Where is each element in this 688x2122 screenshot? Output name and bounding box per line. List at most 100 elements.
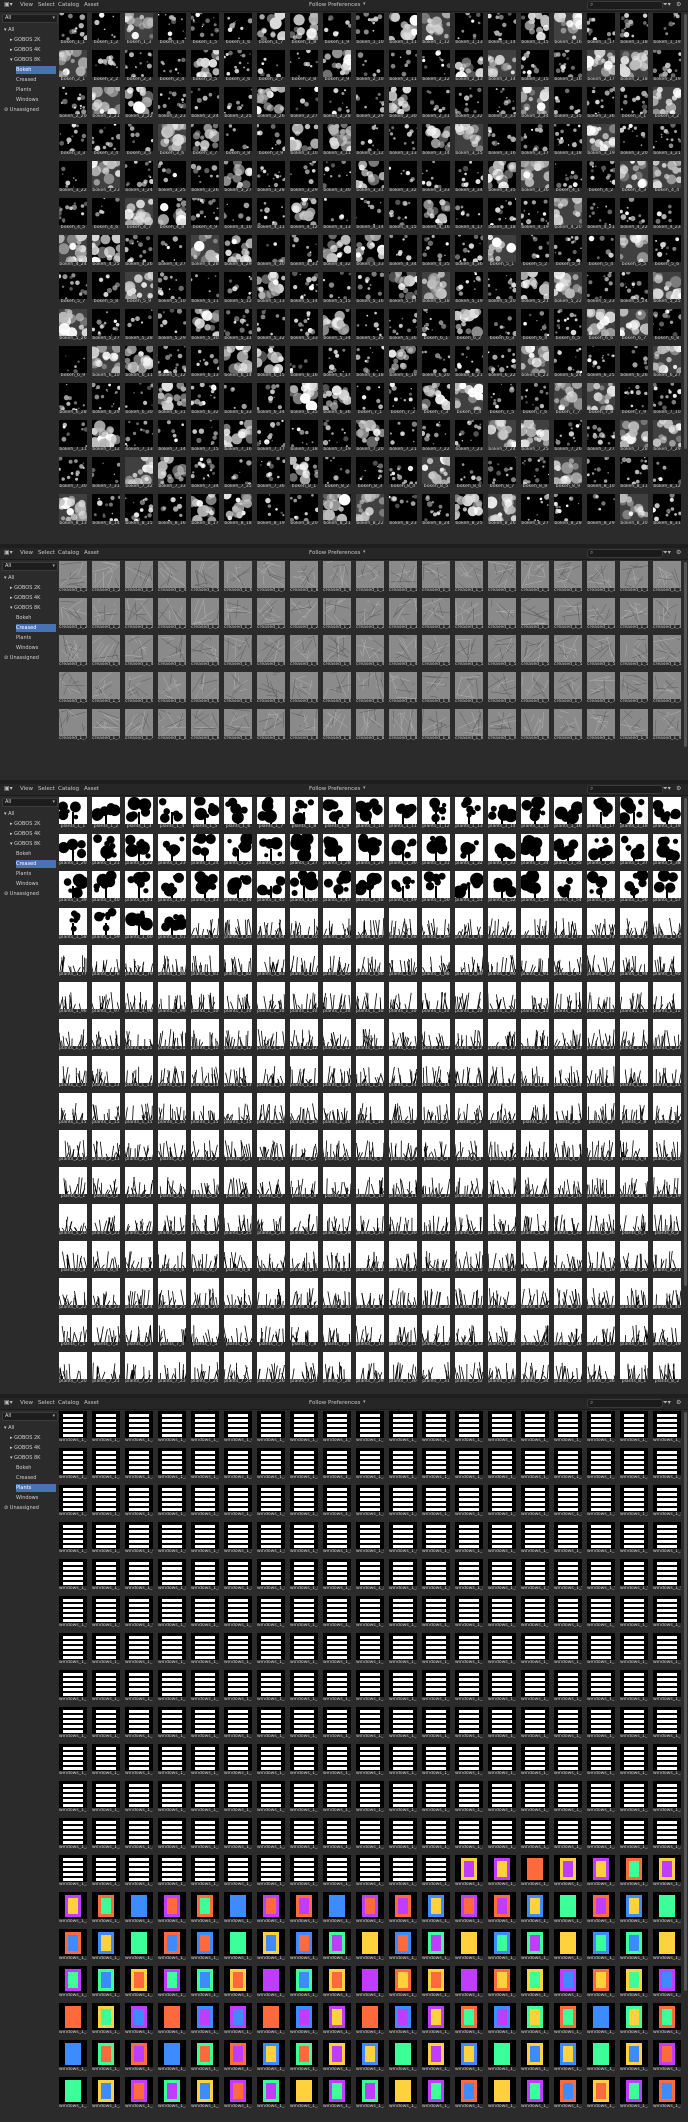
catalog-item-gobos-4k[interactable]: ▸ GOBOS 4K xyxy=(10,1444,56,1452)
filter-icon[interactable]: ⏷▾ xyxy=(663,1,671,9)
library-selector[interactable]: All ▾ xyxy=(2,14,58,23)
import-method-dropdown[interactable]: Follow Preferences xyxy=(309,786,360,792)
catalog-item-bokeh[interactable]: Bokeh xyxy=(16,1464,56,1472)
catalog-item-plants[interactable]: Plants xyxy=(16,1484,56,1492)
menu-view[interactable]: View xyxy=(20,2,33,8)
menu-asset[interactable]: Asset xyxy=(84,2,99,8)
gear-icon[interactable]: ⚙ xyxy=(676,1,681,8)
scrollbar[interactable] xyxy=(684,562,687,747)
editor-type-icon[interactable]: ▣▾ xyxy=(4,549,14,557)
asset-label: bokeh_8_3 xyxy=(357,484,383,489)
import-method-dropdown[interactable]: Follow Preferences xyxy=(309,2,360,8)
asset-label: windows_1_197 xyxy=(257,1808,285,1813)
asset-thumbnail xyxy=(389,1093,420,1121)
menu-select[interactable]: Select xyxy=(38,550,55,556)
asset-label: bokeh_5_33 xyxy=(290,336,318,341)
catalog-item-creased[interactable]: Creased xyxy=(16,1474,56,1482)
asset-thumbnail xyxy=(57,982,87,1010)
menu-select[interactable]: Select xyxy=(38,786,55,792)
catalog-item-all[interactable]: ▾ All xyxy=(4,26,56,34)
catalog-item-bokeh[interactable]: Bokeh xyxy=(16,614,56,622)
chevron-down-icon[interactable]: ▾ xyxy=(363,785,366,791)
catalog-item-gobos-8k[interactable]: ▾ GOBOS 8K xyxy=(10,840,56,848)
catalog-item-unassigned[interactable]: ⊘ Unassigned xyxy=(4,654,56,662)
catalog-item-windows[interactable]: Windows xyxy=(16,1494,56,1502)
menu-asset[interactable]: Asset xyxy=(84,1400,99,1406)
catalog-item-gobos-2k[interactable]: ▸ GOBOS 2K xyxy=(10,1434,56,1442)
scrollbar[interactable] xyxy=(684,14,687,449)
editor-type-icon[interactable]: ▣▾ xyxy=(4,785,14,793)
catalog-item-gobos-8k[interactable]: ▾ GOBOS 8K xyxy=(10,1454,56,1462)
menu-catalog[interactable]: Catalog xyxy=(58,2,79,8)
filter-icon[interactable]: ⏷▾ xyxy=(663,549,671,557)
catalog-item-gobos-4k[interactable]: ▸ GOBOS 4K xyxy=(10,594,56,602)
catalog-item-gobos-2k[interactable]: ▸ GOBOS 2K xyxy=(10,820,56,828)
menu-view[interactable]: View xyxy=(20,550,33,556)
asset-thumbnail xyxy=(158,1485,186,1512)
gear-icon[interactable]: ⚙ xyxy=(676,785,681,792)
asset-label: plants_5_9 xyxy=(324,1194,350,1199)
filter-icon[interactable]: ⏷▾ xyxy=(663,785,671,793)
catalog-item-unassigned[interactable]: ⊘ Unassigned xyxy=(4,1504,56,1512)
menu-select[interactable]: Select xyxy=(38,1400,55,1406)
asset-label: creased_1_52 xyxy=(488,662,516,667)
catalog-item-gobos-4k[interactable]: ▸ GOBOS 4K xyxy=(10,830,56,838)
chevron-down-icon[interactable]: ▾ xyxy=(363,1399,366,1405)
library-selector[interactable]: All ▾ xyxy=(2,1412,58,1421)
filter-icon[interactable]: ⏷▾ xyxy=(663,1399,671,1407)
asset-thumbnail xyxy=(224,1448,252,1475)
catalog-item-creased[interactable]: Creased xyxy=(16,860,56,868)
catalog-item-gobos-2k[interactable]: ▸ GOBOS 2K xyxy=(10,36,56,44)
catalog-item-all[interactable]: ▾ All xyxy=(4,810,56,818)
catalog-item-creased[interactable]: Creased xyxy=(16,76,56,84)
search-input[interactable]: ⌕ xyxy=(587,549,663,558)
menu-view[interactable]: View xyxy=(20,1400,33,1406)
catalog-item-gobos-4k[interactable]: ▸ GOBOS 4K xyxy=(10,46,56,54)
chevron-down-icon[interactable]: ▾ xyxy=(363,549,366,555)
catalog-item-creased[interactable]: Creased xyxy=(16,624,56,632)
gear-icon[interactable]: ⚙ xyxy=(676,549,681,556)
library-selector[interactable]: All ▾ xyxy=(2,798,58,807)
catalog-item-plants[interactable]: Plants xyxy=(16,870,56,878)
catalog-item-windows[interactable]: Windows xyxy=(16,644,56,652)
import-method-dropdown[interactable]: Follow Preferences xyxy=(309,550,360,556)
import-method-dropdown[interactable]: Follow Preferences xyxy=(309,1400,360,1406)
catalog-item-gobos-2k[interactable]: ▸ GOBOS 2K xyxy=(10,584,56,592)
search-input[interactable]: ⌕ xyxy=(587,1,663,10)
chevron-down-icon[interactable]: ▾ xyxy=(363,1,366,7)
catalog-item-gobos-8k[interactable]: ▾ GOBOS 8K xyxy=(10,56,56,64)
menu-catalog[interactable]: Catalog xyxy=(58,550,79,556)
menu-asset[interactable]: Asset xyxy=(84,550,99,556)
search-input[interactable]: ⌕ xyxy=(587,1399,663,1408)
catalog-item-all[interactable]: ▾ All xyxy=(4,1424,56,1432)
catalog-item-plants[interactable]: Plants xyxy=(16,86,56,94)
menu-view[interactable]: View xyxy=(20,786,33,792)
catalog-item-unassigned[interactable]: ⊘ Unassigned xyxy=(4,106,56,114)
catalog-item-gobos-8k[interactable]: ▾ GOBOS 8K xyxy=(10,604,56,612)
asset-label: windows_1_160 xyxy=(290,1734,318,1739)
catalog-item-unassigned[interactable]: ⊘ Unassigned xyxy=(4,890,56,898)
menu-catalog[interactable]: Catalog xyxy=(58,786,79,792)
asset-label: bokeh_7_21 xyxy=(389,447,417,452)
catalog-item-bokeh[interactable]: Bokeh xyxy=(16,66,56,74)
catalog-item-windows[interactable]: Windows xyxy=(16,96,56,104)
scrollbar[interactable] xyxy=(684,1412,687,1991)
menu-catalog[interactable]: Catalog xyxy=(58,1400,79,1406)
scrollbar[interactable] xyxy=(684,798,687,1286)
search-input[interactable]: ⌕ xyxy=(587,785,663,794)
catalog-item-plants[interactable]: Plants xyxy=(16,634,56,642)
asset-thumbnail xyxy=(223,309,253,337)
catalog-item-bokeh[interactable]: Bokeh xyxy=(16,850,56,858)
asset-label: plants_1_70 xyxy=(455,935,483,940)
menu-select[interactable]: Select xyxy=(38,2,55,8)
gear-icon[interactable]: ⚙ xyxy=(676,1399,681,1406)
editor-type-icon[interactable]: ▣▾ xyxy=(4,1399,14,1407)
asset-label: plants_1_73 xyxy=(554,935,582,940)
catalog-item-all[interactable]: ▾ All xyxy=(4,574,56,582)
menu-asset[interactable]: Asset xyxy=(84,786,99,792)
editor-type-icon[interactable]: ▣▾ xyxy=(4,1,14,9)
library-selector[interactable]: All ▾ xyxy=(2,562,58,571)
catalog-item-windows[interactable]: Windows xyxy=(16,880,56,888)
asset-label: bokeh_5_8 xyxy=(93,299,119,304)
asset-label: windows_1_320 xyxy=(554,2030,582,2035)
